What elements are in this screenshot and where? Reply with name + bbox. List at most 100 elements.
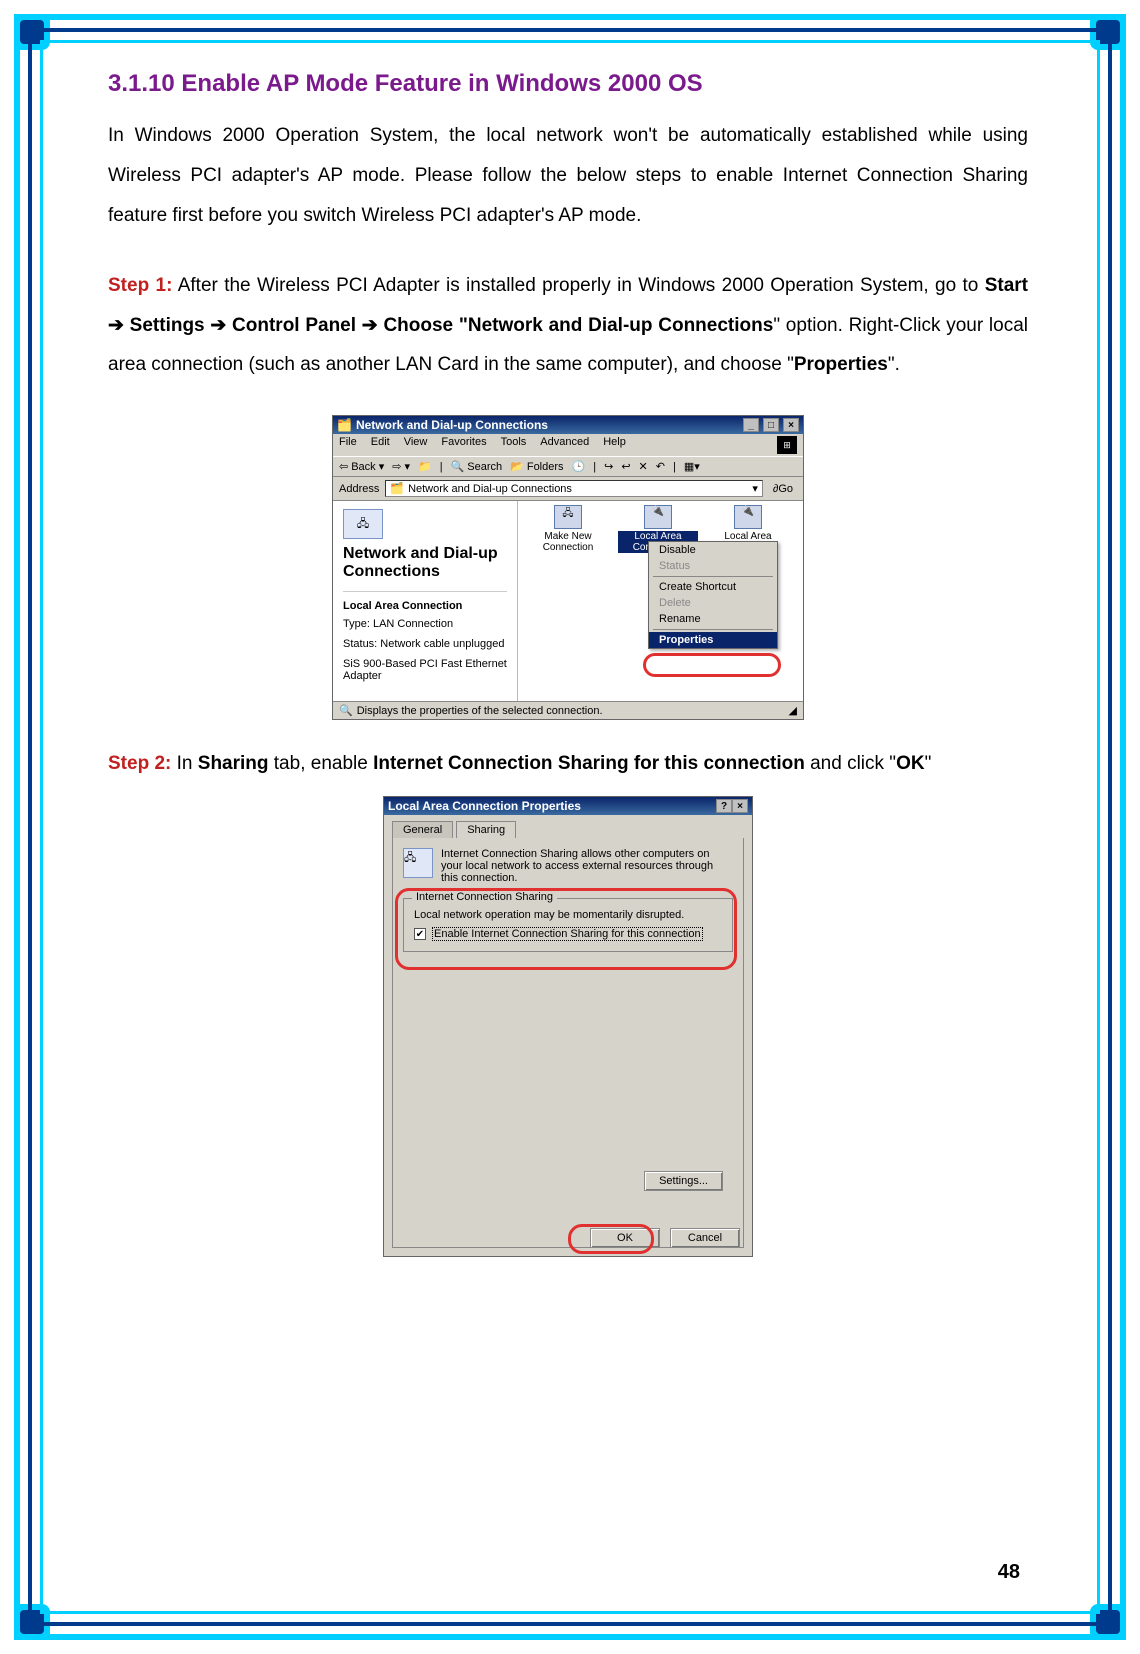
up-button[interactable]: 📁 xyxy=(418,460,432,473)
connection-icon: 🖧 xyxy=(554,505,582,529)
toolbar: ⇦ Back ▾ ⇨ ▾ 📁 | 🔍 Search 📂 Folders 🕒 | … xyxy=(333,456,803,477)
undo-button[interactable]: ↶ xyxy=(656,460,665,473)
address-input[interactable]: 🗂️ Network and Dial-up Connections ▾ xyxy=(385,480,763,497)
maximize-button[interactable]: □ xyxy=(763,418,779,432)
intro-paragraph: In Windows 2000 Operation System, the lo… xyxy=(108,116,1028,236)
move-to-button[interactable]: ↪ xyxy=(604,460,613,473)
step2-text: tab, enable xyxy=(269,753,374,774)
frame-corner xyxy=(1090,1604,1126,1640)
highlight-properties xyxy=(643,653,781,677)
step1-text: After the Wireless PCI Adapter is instal… xyxy=(172,275,984,296)
menu-delete: Delete xyxy=(649,595,777,611)
dialog-button-row: OK Cancel xyxy=(590,1228,740,1248)
screenshot-connection-properties: Local Area Connection Properties ? × Gen… xyxy=(383,796,753,1257)
icon-pane: 🖧 Make New Connection 🔌 Local Area Conne… xyxy=(518,501,803,701)
forward-button[interactable]: ⇨ ▾ xyxy=(392,460,410,473)
description-text: Internet Connection Sharing allows other… xyxy=(441,848,733,884)
views-button[interactable]: ▦▾ xyxy=(684,460,700,473)
pane-heading: Network and Dial-up Connections xyxy=(343,545,507,581)
status-info: Status: Network cable unplugged xyxy=(343,638,507,650)
delete-button[interactable]: ✕ xyxy=(639,460,648,473)
step1-text: ". xyxy=(888,354,900,375)
arrow-icon: ➔ xyxy=(108,315,124,336)
ics-groupbox: Internet Connection Sharing Local networ… xyxy=(403,898,733,952)
left-info-pane: 🖧 Network and Dial-up Connections Local … xyxy=(333,501,518,701)
path-control-panel: Control Panel xyxy=(232,315,356,336)
step2-label: Step 2: xyxy=(108,753,171,774)
tab-sharing[interactable]: Sharing xyxy=(456,821,516,838)
tab-row: General Sharing xyxy=(384,815,752,838)
dropdown-icon[interactable]: ▾ xyxy=(752,482,758,495)
menubar: File Edit View Favorites Tools Advanced … xyxy=(333,434,803,456)
adapter-info: SiS 900-Based PCI Fast Ethernet Adapter xyxy=(343,658,507,682)
selected-name: Local Area Connection xyxy=(343,600,507,612)
address-value: Network and Dial-up Connections xyxy=(408,483,572,495)
menu-favorites[interactable]: Favorites xyxy=(441,436,486,454)
menu-properties[interactable]: Properties xyxy=(649,632,777,648)
menu-view[interactable]: View xyxy=(404,436,428,454)
folders-button[interactable]: 📂 Folders xyxy=(510,460,563,473)
arrow-icon: ➔ xyxy=(210,315,226,336)
step2-text: and click " xyxy=(805,753,896,774)
menu-help[interactable]: Help xyxy=(603,436,626,454)
screenshot-network-dialup: 🗂️ Network and Dial-up Connections _ □ ×… xyxy=(332,415,804,720)
enable-ics-checkbox[interactable]: ✔ Enable Internet Connection Sharing for… xyxy=(414,927,722,941)
close-button[interactable]: × xyxy=(783,418,799,432)
frame-corner xyxy=(1090,14,1126,50)
folder-icon: 🗂️ xyxy=(337,418,352,432)
close-button[interactable]: × xyxy=(732,799,748,813)
path-settings: Settings xyxy=(130,315,205,336)
ok-button[interactable]: OK xyxy=(590,1228,660,1248)
minimize-button[interactable]: _ xyxy=(743,418,759,432)
step2-text: " xyxy=(925,753,932,774)
go-button[interactable]: ∂Go xyxy=(769,483,797,495)
info-icon: 🔍 xyxy=(339,704,353,717)
windows-logo-icon: ⊞ xyxy=(777,436,797,454)
tab-general[interactable]: General xyxy=(392,821,453,838)
menu-separator xyxy=(653,576,773,577)
warning-text: Local network operation may be momentari… xyxy=(414,909,722,921)
menu-disable[interactable]: Disable xyxy=(649,542,777,558)
menu-create-shortcut[interactable]: Create Shortcut xyxy=(649,579,777,595)
menu-advanced[interactable]: Advanced xyxy=(540,436,589,454)
connection-icon: 🔌 xyxy=(734,505,762,529)
frame-corner xyxy=(14,14,50,50)
cancel-button[interactable]: Cancel xyxy=(670,1228,740,1248)
dialog-title: Local Area Connection Properties xyxy=(388,799,581,813)
make-new-connection-icon[interactable]: 🖧 Make New Connection xyxy=(528,505,608,553)
ok-bold: OK xyxy=(896,753,925,774)
type-info: Type: LAN Connection xyxy=(343,618,507,630)
menu-file[interactable]: File xyxy=(339,436,357,454)
menu-edit[interactable]: Edit xyxy=(371,436,390,454)
arrow-icon: ➔ xyxy=(362,315,378,336)
help-button[interactable]: ? xyxy=(716,799,732,813)
icon-label: Make New Connection xyxy=(528,531,608,553)
menu-tools[interactable]: Tools xyxy=(501,436,527,454)
section-title: 3.1.10 Enable AP Mode Feature in Windows… xyxy=(108,70,1028,98)
network-connections-icon: 🖧 xyxy=(343,509,383,539)
address-label: Address xyxy=(339,483,379,495)
sharing-description: 🖧 Internet Connection Sharing allows oth… xyxy=(403,848,733,884)
resize-grip-icon: ◢ xyxy=(789,704,797,717)
copy-to-button[interactable]: ↩ xyxy=(621,460,630,473)
address-bar: Address 🗂️ Network and Dial-up Connectio… xyxy=(333,477,803,501)
connection-icon: 🔌 xyxy=(644,505,672,529)
menu-separator xyxy=(653,629,773,630)
search-button[interactable]: 🔍 Search xyxy=(451,460,503,473)
menu-status: Status xyxy=(649,558,777,574)
status-bar: 🔍 Displays the properties of the selecte… xyxy=(333,701,803,719)
path-network-dialup: Choose "Network and Dial-up Connections xyxy=(383,315,773,336)
window-title: Network and Dial-up Connections xyxy=(356,418,548,432)
settings-button[interactable]: Settings... xyxy=(644,1171,723,1191)
page-number: 48 xyxy=(998,1561,1020,1584)
step1-label: Step 1: xyxy=(108,275,172,296)
dialog-body: 🖧 Internet Connection Sharing allows oth… xyxy=(392,838,744,1248)
groupbox-legend: Internet Connection Sharing xyxy=(412,891,557,903)
status-text: Displays the properties of the selected … xyxy=(357,705,603,717)
network-icon: 🖧 xyxy=(403,848,433,878)
menu-rename[interactable]: Rename xyxy=(649,611,777,627)
history-button[interactable]: 🕒 xyxy=(572,460,586,473)
step1-paragraph: Step 1: After the Wireless PCI Adapter i… xyxy=(108,266,1028,386)
back-button[interactable]: ⇦ Back ▾ xyxy=(339,460,384,473)
path-start: Start xyxy=(985,275,1028,296)
